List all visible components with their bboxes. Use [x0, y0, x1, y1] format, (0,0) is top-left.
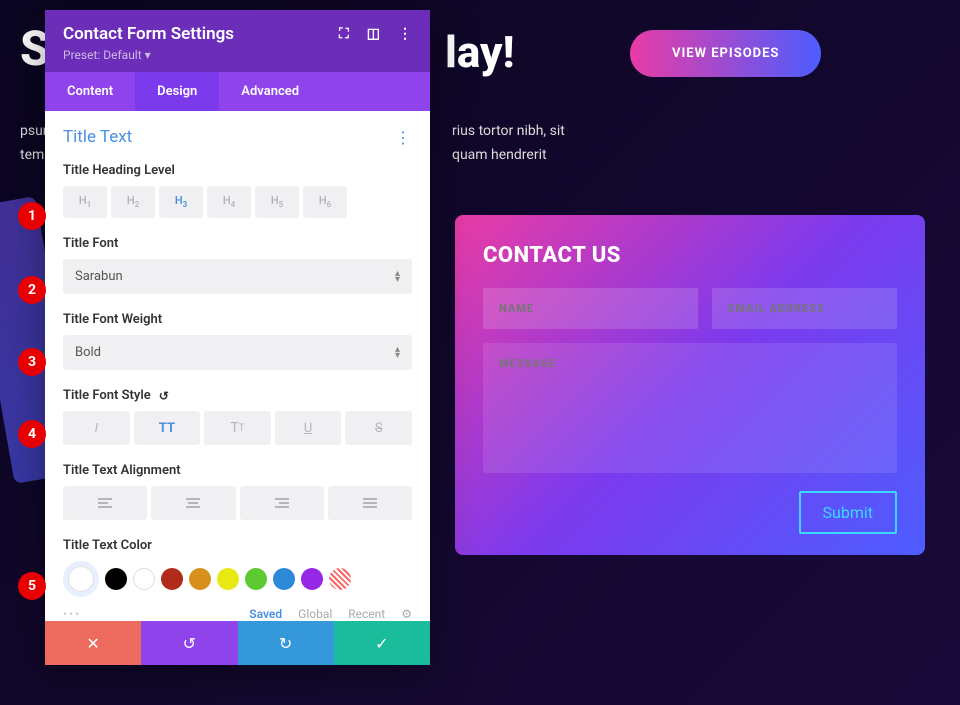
color-swatch-black[interactable]	[105, 568, 127, 590]
color-swatch-yellow[interactable]	[217, 568, 239, 590]
label-color: Title Text Color	[63, 538, 412, 553]
palette-tab-recent[interactable]: Recent	[348, 607, 385, 621]
tab-content[interactable]: Content	[45, 72, 135, 111]
palette-tab-global[interactable]: Global	[298, 607, 332, 621]
save-button[interactable]: ✓	[334, 621, 430, 665]
label-style: Title Font Style ↺	[63, 388, 412, 403]
cancel-button[interactable]: ✕	[45, 621, 141, 665]
label-alignment: Title Text Alignment	[63, 463, 412, 478]
color-swatch-blue[interactable]	[273, 568, 295, 590]
panel-title: Contact Form Settings	[63, 24, 234, 44]
smallcaps-button[interactable]: TT	[204, 411, 271, 445]
heading-h5-button[interactable]: H5	[255, 186, 299, 218]
align-right-button[interactable]	[240, 486, 324, 520]
panel-header: Contact Form Settings ⛶ ◫ ⋮ Preset: Defa…	[45, 10, 430, 72]
label-weight: Title Font Weight	[63, 312, 412, 327]
undo-button[interactable]: ↺	[141, 621, 237, 665]
name-input[interactable]	[483, 288, 698, 329]
align-justify-button[interactable]	[328, 486, 412, 520]
palette-dots-icon[interactable]: •••	[63, 607, 81, 621]
font-select[interactable]: Sarabun ▴▾	[63, 259, 412, 294]
label-heading-level: Title Heading Level	[63, 163, 412, 178]
more-icon[interactable]: ⋮	[398, 26, 412, 42]
color-swatch-purple[interactable]	[301, 568, 323, 590]
color-swatch-orange[interactable]	[189, 568, 211, 590]
panel-footer: ✕ ↺ ↻ ✓	[45, 621, 430, 665]
color-swatch-current[interactable]	[63, 561, 99, 597]
heading-h1-button[interactable]: H1	[63, 186, 107, 218]
preset-selector[interactable]: Preset: Default ▾	[63, 48, 412, 62]
responsive-icon[interactable]: ◫	[367, 26, 380, 42]
view-episodes-button[interactable]: VIEW EPISODES	[630, 30, 821, 77]
color-swatch-red[interactable]	[161, 568, 183, 590]
uppercase-button[interactable]: TT	[134, 411, 201, 445]
heading-h3-button[interactable]: H3	[159, 186, 203, 218]
hero-para-1-right: rius tortor nibh, sit	[452, 120, 565, 142]
palette-tab-saved[interactable]: Saved	[249, 607, 282, 621]
tabs: Content Design Advanced	[45, 72, 430, 111]
select-arrows-icon: ▴▾	[395, 347, 400, 359]
color-swatch-green[interactable]	[245, 568, 267, 590]
panel-body: Title Text ⋮ Title Heading Level H1 H2 H…	[45, 111, 430, 621]
color-swatch-white[interactable]	[133, 568, 155, 590]
settings-panel: Contact Form Settings ⛶ ◫ ⋮ Preset: Defa…	[45, 10, 430, 665]
hero-para-2-right: quam hendrerit	[452, 144, 547, 166]
section-title: Title Text	[63, 127, 132, 147]
label-font: Title Font	[63, 236, 412, 251]
annotation-badge-2: 2	[18, 276, 46, 304]
annotation-badge-5: 5	[18, 572, 46, 600]
gear-icon[interactable]: ⚙	[401, 607, 412, 621]
italic-button[interactable]: I	[63, 411, 130, 445]
align-center-button[interactable]	[151, 486, 235, 520]
redo-button[interactable]: ↻	[238, 621, 334, 665]
color-swatch-transparent[interactable]	[329, 568, 351, 590]
underline-button[interactable]: U	[275, 411, 342, 445]
annotation-badge-1: 1	[18, 202, 46, 230]
heading-h6-button[interactable]: H6	[303, 186, 347, 218]
submit-button[interactable]: Submit	[799, 491, 897, 534]
contact-form-preview: CONTACT US Submit	[455, 215, 925, 555]
annotation-badge-3: 3	[18, 348, 46, 376]
reset-icon[interactable]: ↺	[159, 389, 169, 403]
contact-title: CONTACT US	[483, 243, 897, 268]
strikethrough-button[interactable]: S	[345, 411, 412, 445]
weight-select[interactable]: Bold ▴▾	[63, 335, 412, 370]
heading-h2-button[interactable]: H2	[111, 186, 155, 218]
section-more-icon[interactable]: ⋮	[395, 128, 412, 147]
hero-title-right: lay!	[445, 26, 515, 78]
tab-advanced[interactable]: Advanced	[219, 72, 321, 111]
align-left-button[interactable]	[63, 486, 147, 520]
annotation-badge-4: 4	[18, 420, 46, 448]
select-arrows-icon: ▴▾	[395, 271, 400, 283]
email-input[interactable]	[712, 288, 897, 329]
expand-icon[interactable]: ⛶	[339, 26, 349, 42]
message-textarea[interactable]	[483, 343, 897, 473]
heading-h4-button[interactable]: H4	[207, 186, 251, 218]
tab-design[interactable]: Design	[135, 72, 219, 111]
